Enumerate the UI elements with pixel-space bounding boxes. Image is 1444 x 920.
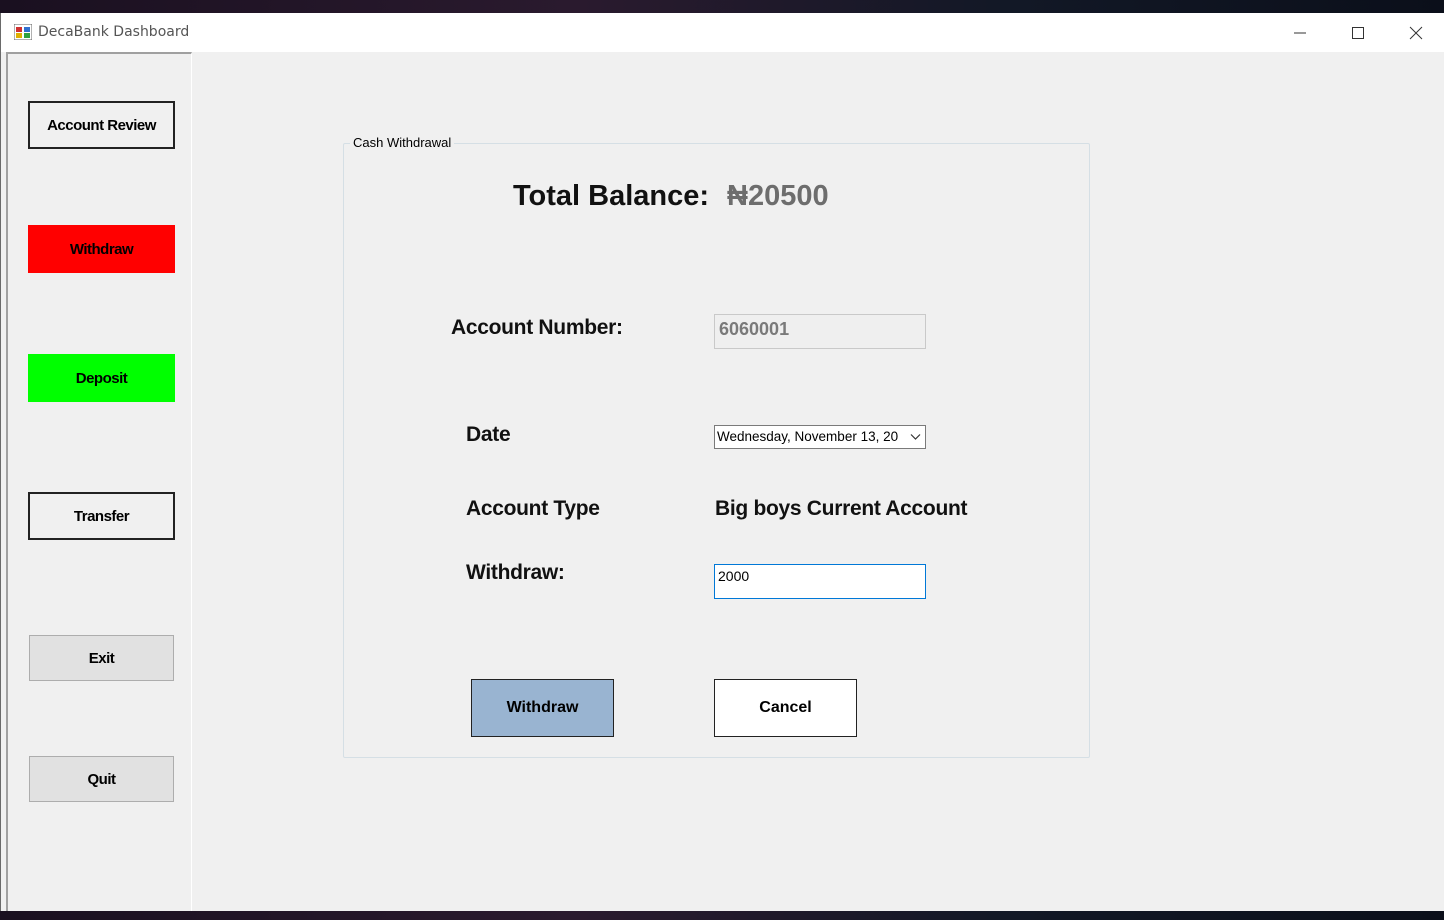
window-title: DecaBank Dashboard xyxy=(38,24,190,40)
account-review-button[interactable]: Account Review xyxy=(28,101,175,149)
date-label: Date xyxy=(466,423,511,446)
minimize-icon xyxy=(1294,32,1306,34)
total-balance-value: ₦20500 xyxy=(727,180,829,212)
minimize-button[interactable] xyxy=(1271,13,1329,52)
maximize-icon xyxy=(1352,27,1364,39)
transfer-nav-button[interactable]: Transfer xyxy=(28,492,175,540)
withdraw-amount-input[interactable]: 2000 xyxy=(714,564,926,599)
quit-button[interactable]: Quit xyxy=(29,756,174,802)
account-number-field[interactable]: 6060001 xyxy=(714,314,926,349)
account-type-value: Big boys Current Account xyxy=(715,497,968,520)
total-balance-label: Total Balance: xyxy=(513,180,710,212)
account-type-label: Account Type xyxy=(466,497,600,520)
group-title: Cash Withdrawal xyxy=(350,135,455,150)
withdraw-nav-button[interactable]: Withdraw xyxy=(28,225,175,273)
date-picker[interactable]: Wednesday, November 13, 20 xyxy=(714,425,926,449)
app-icon xyxy=(13,23,33,41)
title-bar[interactable]: DecaBank Dashboard xyxy=(1,13,1444,52)
chevron-down-icon[interactable] xyxy=(910,433,921,441)
close-button[interactable] xyxy=(1387,13,1444,52)
withdraw-button[interactable]: Withdraw xyxy=(471,679,614,737)
maximize-button[interactable] xyxy=(1329,13,1387,52)
date-value: Wednesday, November 13, 20 xyxy=(717,429,899,444)
account-number-label: Account Number: xyxy=(451,316,623,339)
app-window: DecaBank Dashboard Account Review Withdr… xyxy=(0,13,1444,911)
cash-withdrawal-group: Cash Withdrawal Total Balance: ₦20500 Ac… xyxy=(343,135,1090,758)
deposit-nav-button[interactable]: Deposit xyxy=(28,354,175,402)
close-icon xyxy=(1409,26,1423,40)
sidebar-panel: Account Review Withdraw Deposit Transfer… xyxy=(6,52,192,911)
withdraw-amount-label: Withdraw: xyxy=(466,561,565,584)
cancel-button[interactable]: Cancel xyxy=(714,679,857,737)
exit-button[interactable]: Exit xyxy=(29,635,174,681)
